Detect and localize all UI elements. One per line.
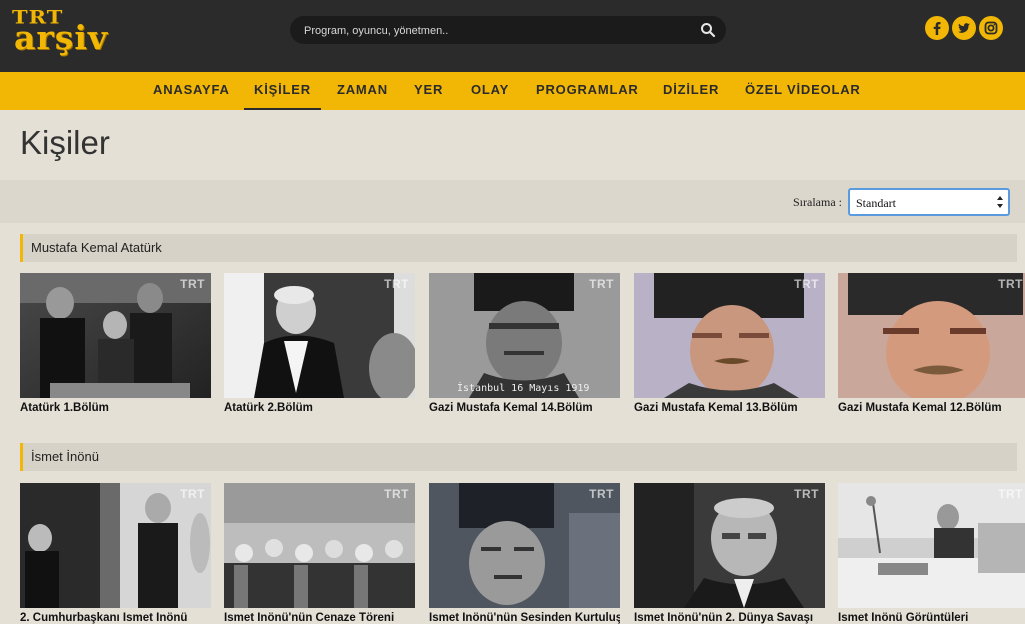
select-arrows-icon (996, 194, 1004, 210)
video-title[interactable]: İsmet İnönü Görüntüleri (838, 612, 1025, 624)
nav-item-diziler[interactable]: DİZİLER (663, 72, 719, 110)
nav-item-anasayfa[interactable]: ANASAYFA (153, 72, 230, 110)
video-thumbnail: TRT (224, 483, 415, 608)
section-title: Mustafa Kemal Atatürk (31, 240, 162, 255)
nav-item-yer[interactable]: YER (414, 72, 443, 110)
video-thumbnail: TRT (429, 483, 620, 608)
video-card[interactable]: TRT İsmet İnönü'nün 2. Dünya Savaşı (634, 483, 825, 624)
video-title[interactable]: Atatürk 1.Bölüm (20, 402, 211, 414)
trt-watermark: TRT (794, 487, 819, 501)
video-thumbnail: TRT (224, 273, 415, 398)
search-input[interactable] (302, 21, 686, 41)
video-title[interactable]: İsmet İnönü'nün Sesinden Kurtuluş (429, 612, 620, 624)
video-card[interactable]: TRT Atatürk 1.Bölüm (20, 273, 211, 414)
main-nav: ANASAYFA KİŞİLER ZAMAN YER OLAY PROGRAML… (0, 72, 1025, 110)
section-header-ataturk: Mustafa Kemal Atatürk (20, 234, 1017, 262)
video-thumbnail: TRT (20, 273, 211, 398)
video-title[interactable]: Atatürk 2.Bölüm (224, 402, 415, 414)
trt-watermark: TRT (998, 487, 1023, 501)
video-card[interactable]: TRT İsmet İnönü Görüntüleri (838, 483, 1025, 624)
video-card[interactable]: TRT İstanbul 16 Mayıs 1919 Gazi Mustafa … (429, 273, 620, 414)
logo-arsiv-text: arşiv (14, 18, 109, 57)
video-thumbnail: TRT (838, 483, 1025, 608)
section-header-inonu: İsmet İnönü (20, 443, 1017, 471)
trt-watermark: TRT (794, 277, 819, 291)
trt-watermark: TRT (180, 277, 205, 291)
trt-watermark: TRT (998, 277, 1023, 291)
video-card[interactable]: TRT Gazi Mustafa Kemal 12.Bölüm (838, 273, 1025, 414)
section-title: İsmet İnönü (31, 449, 99, 464)
nav-item-ozel-videolar[interactable]: ÖZEL VİDEOLAR (745, 72, 861, 110)
nav-item-olay[interactable]: OLAY (471, 72, 509, 110)
video-title[interactable]: Gazi Mustafa Kemal 12.Bölüm (838, 402, 1025, 414)
facebook-icon[interactable] (925, 16, 949, 40)
video-thumbnail: TRT (838, 273, 1025, 398)
trt-watermark: TRT (589, 277, 614, 291)
search-icon[interactable] (700, 22, 716, 38)
video-title[interactable]: İsmet İnönü'nün Cenaze Töreni (224, 612, 415, 624)
page-title: Kişiler (20, 124, 110, 161)
twitter-icon[interactable] (952, 16, 976, 40)
sort-selected-value: Standart (856, 196, 896, 210)
video-title[interactable]: İsmet İnönü'nün 2. Dünya Savaşı (634, 612, 825, 624)
top-header: TRT arşiv (0, 0, 1025, 72)
video-thumbnail: TRT İstanbul 16 Mayıs 1919 (429, 273, 620, 398)
date-stamp: İstanbul 16 Mayıs 1919 (457, 383, 590, 394)
trt-arsiv-logo[interactable]: TRT arşiv (12, 6, 144, 58)
video-card[interactable]: TRT Atatürk 2.Bölüm (224, 273, 415, 414)
video-thumbnail: TRT (634, 483, 825, 608)
video-thumbnail: TRT (20, 483, 211, 608)
video-title[interactable]: Gazi Mustafa Kemal 14.Bölüm (429, 402, 620, 414)
trt-watermark: TRT (180, 487, 205, 501)
instagram-icon[interactable] (979, 16, 1003, 40)
sort-label: Sıralama : (793, 195, 842, 209)
video-card[interactable]: TRT 2. Cumhurbaşkanı İsmet İnönü (20, 483, 211, 624)
search-box (290, 16, 726, 44)
trt-watermark: TRT (384, 277, 409, 291)
nav-item-kisiler[interactable]: KİŞİLER (244, 72, 321, 110)
sort-select[interactable]: Standart (848, 188, 1010, 216)
nav-item-zaman[interactable]: ZAMAN (337, 72, 388, 110)
video-title[interactable]: 2. Cumhurbaşkanı İsmet İnönü (20, 612, 211, 624)
video-card[interactable]: TRT Gazi Mustafa Kemal 13.Bölüm (634, 273, 825, 414)
nav-item-programlar[interactable]: PROGRAMLAR (536, 72, 639, 110)
video-thumbnail: TRT (634, 273, 825, 398)
video-card[interactable]: TRT İsmet İnönü'nün Sesinden Kurtuluş (429, 483, 620, 624)
video-title[interactable]: Gazi Mustafa Kemal 13.Bölüm (634, 402, 825, 414)
trt-watermark: TRT (384, 487, 409, 501)
video-card[interactable]: TRT İsmet İnönü'nün Cenaze Töreni (224, 483, 415, 624)
trt-watermark: TRT (589, 487, 614, 501)
